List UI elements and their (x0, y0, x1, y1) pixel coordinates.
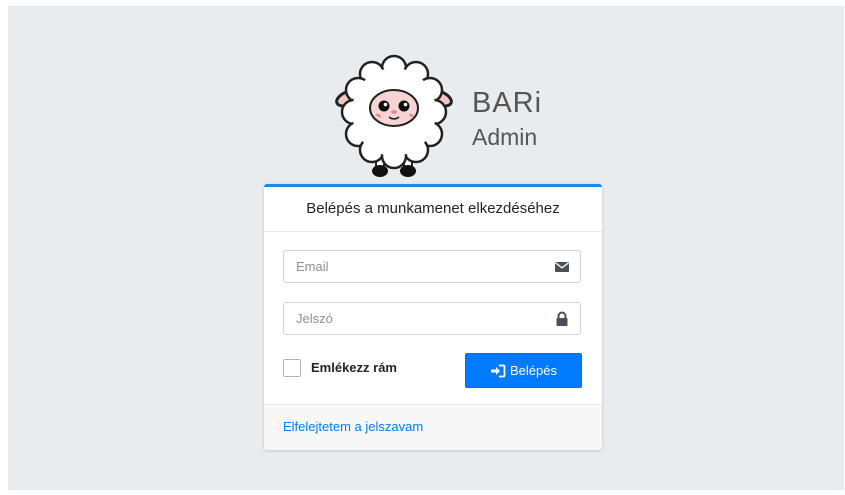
password-input[interactable] (284, 303, 546, 334)
login-button-label: Belépés (510, 363, 557, 378)
page-background: BARi Admin Belépés a munkamenet elkezdés… (8, 6, 844, 490)
lock-icon (556, 311, 568, 326)
remember-checkbox[interactable] (283, 359, 301, 377)
sheep-logo (335, 54, 453, 177)
brand: BARi Admin (330, 54, 550, 182)
login-card-header: Belépés a munkamenet elkezdéséhez (264, 187, 602, 232)
brand-subtitle: Admin (472, 124, 538, 150)
envelope-icon (555, 262, 569, 272)
password-field (283, 302, 581, 335)
login-button[interactable]: Belépés (465, 353, 582, 388)
email-field (283, 250, 581, 283)
forgot-password-link[interactable]: Elfelejtetem a jelszavam (283, 419, 423, 434)
remember-label[interactable]: Emlékezz rám (311, 360, 397, 375)
brand-title: BARi (472, 87, 543, 119)
login-card: Belépés a munkamenet elkezdéséhez Emléke… (264, 184, 602, 450)
email-input[interactable] (284, 251, 546, 282)
sign-in-icon (491, 364, 506, 377)
login-card-footer: Elfelejtetem a jelszavam (264, 404, 602, 450)
